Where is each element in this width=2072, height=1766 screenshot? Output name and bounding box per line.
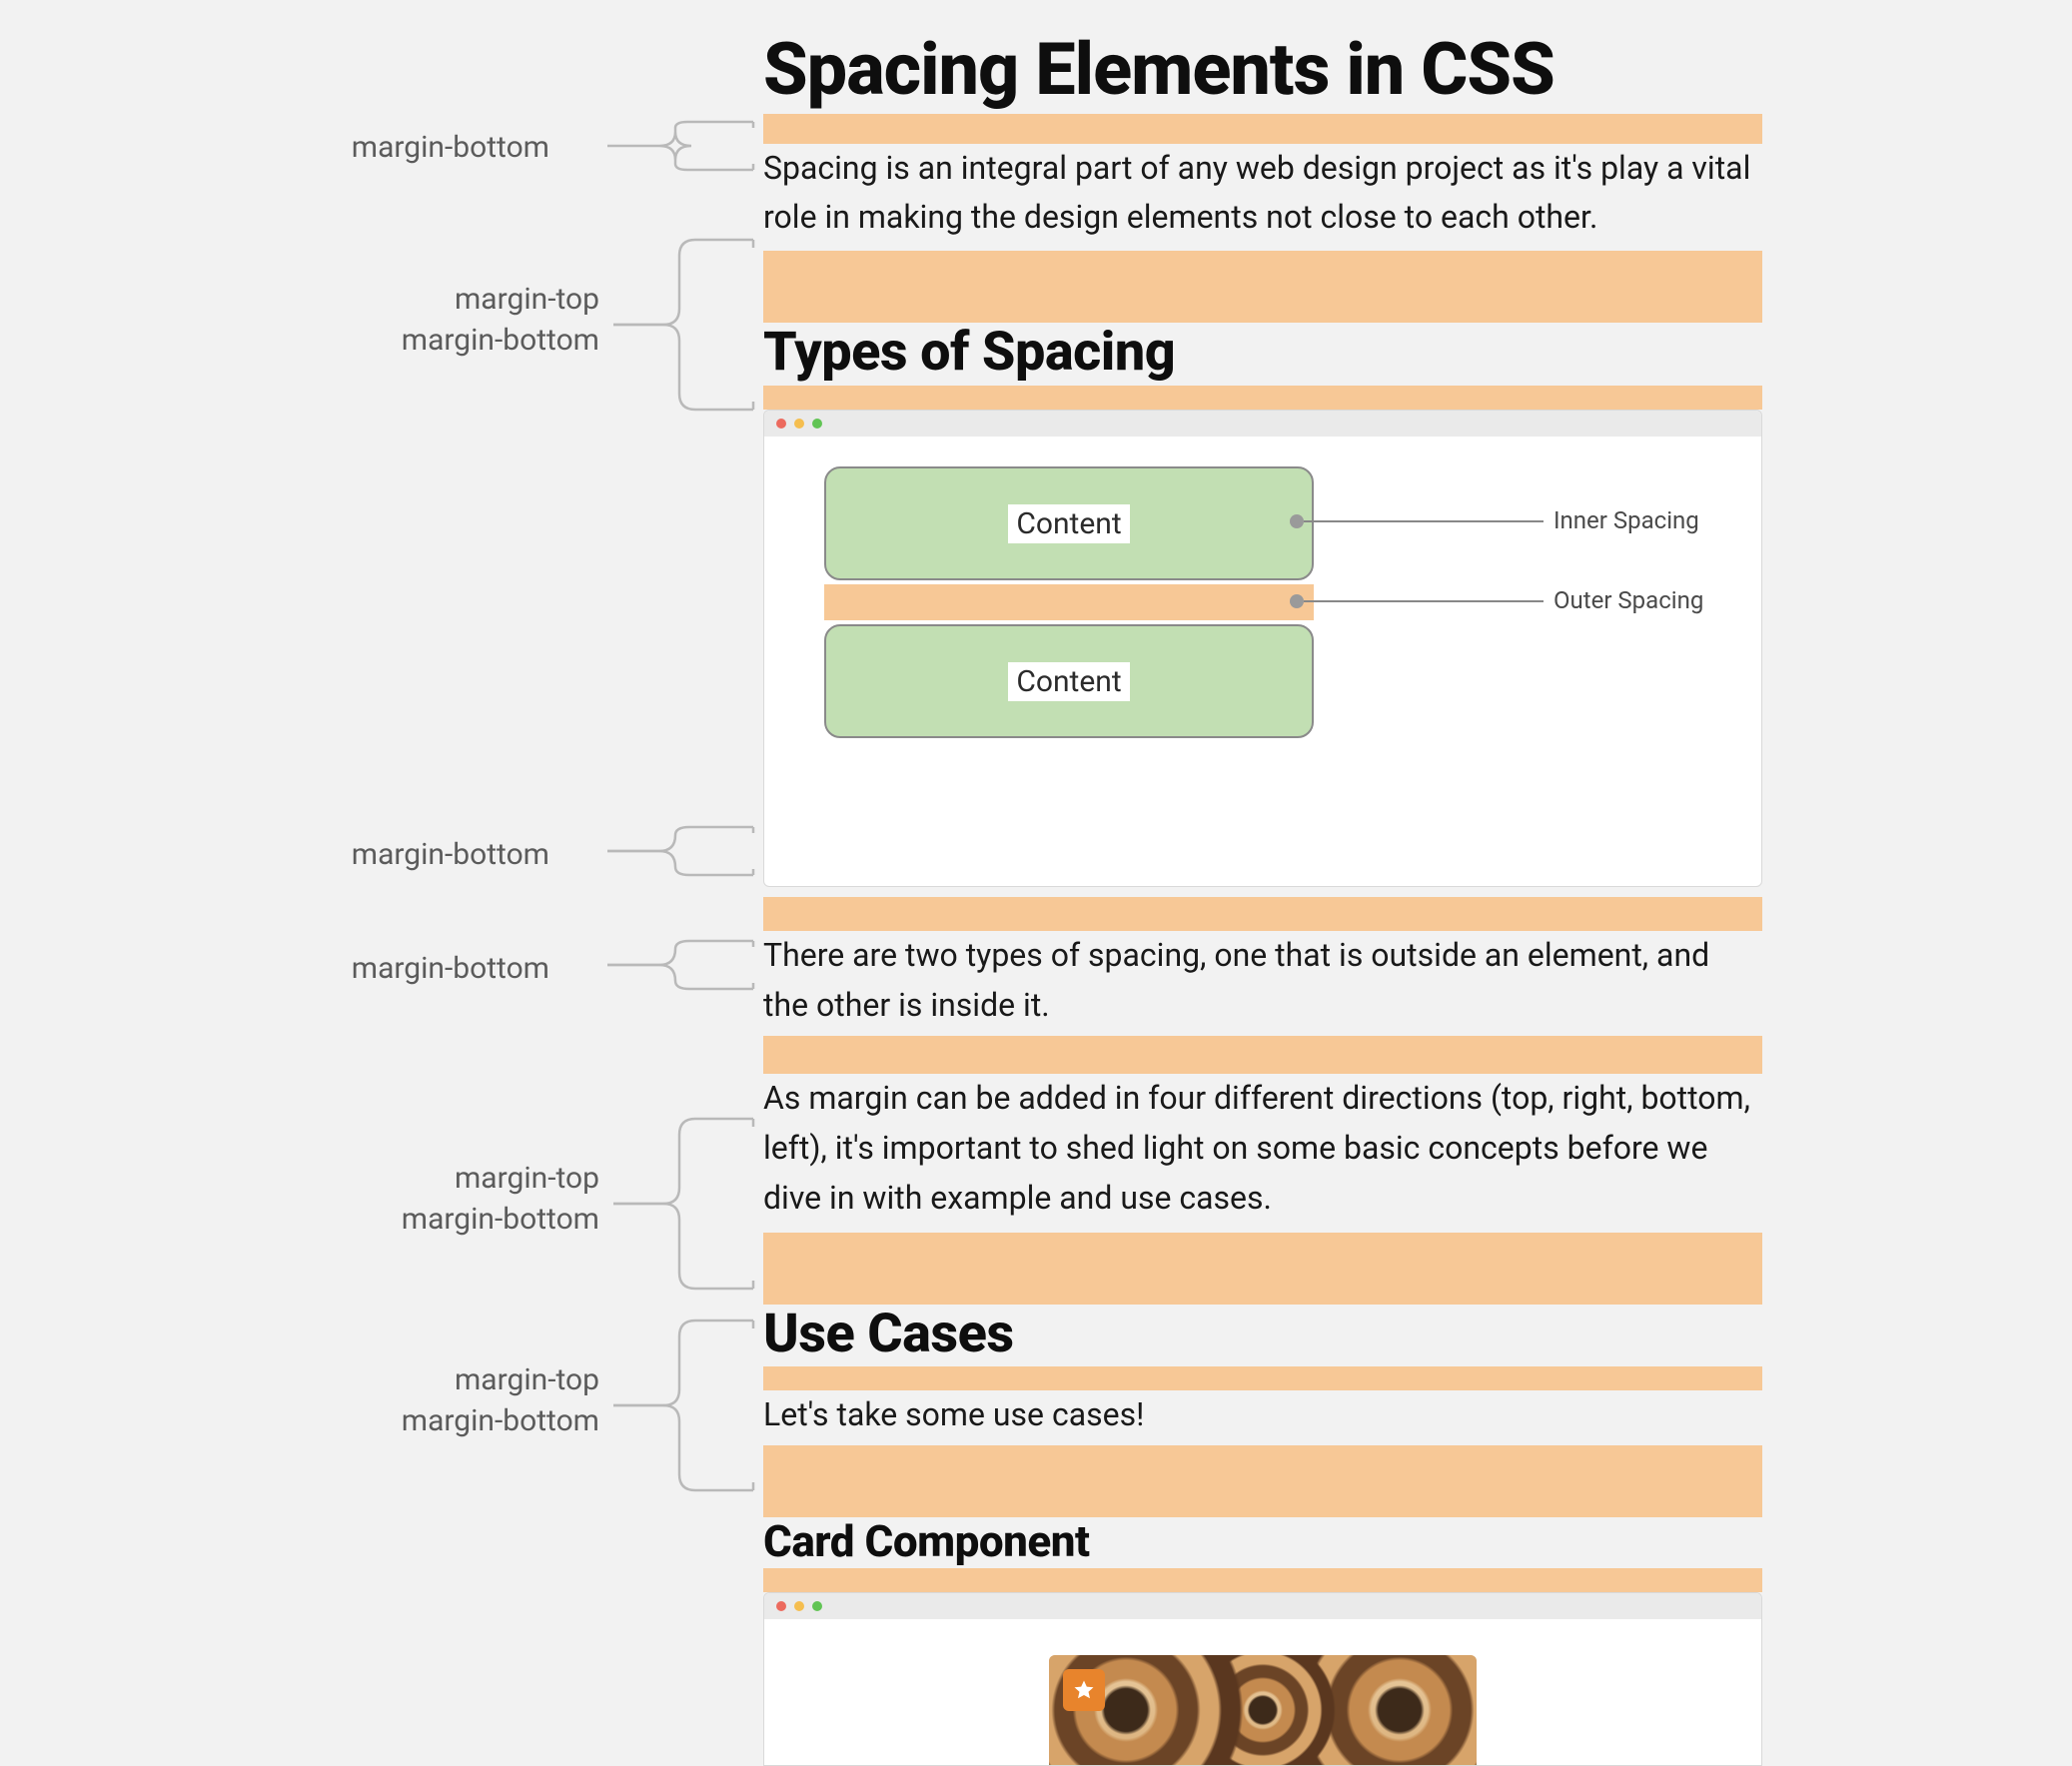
annotation-margin-bottom-1: margin-bottom <box>250 128 549 169</box>
window-titlebar <box>764 1593 1761 1619</box>
card-image <box>1049 1655 1477 1765</box>
inner-spacing-label: Inner Spacing <box>1554 506 1699 534</box>
body-paragraph: Let's take some use cases! <box>763 1390 1762 1440</box>
content-label: Content <box>1008 662 1129 701</box>
page-title: Spacing Elements in CSS <box>763 32 1762 108</box>
bracket-icon <box>607 941 763 989</box>
margin-highlight <box>763 897 1762 931</box>
close-icon <box>776 1601 786 1611</box>
margin-highlight <box>763 386 1762 410</box>
heading-use-cases: Use Cases <box>763 1305 1762 1363</box>
annotation-line: margin-top <box>455 282 599 317</box>
minimize-icon <box>794 419 804 429</box>
outer-spacing-label: Outer Spacing <box>1554 586 1703 614</box>
margin-highlight <box>763 1366 1762 1390</box>
figure-card-component <box>763 1592 1762 1766</box>
margin-highlight <box>763 114 1762 144</box>
article-column: Spacing Elements in CSS Spacing is an in… <box>763 32 1762 1766</box>
heading-card-component: Card Component <box>763 1517 1762 1565</box>
pointer-line <box>1304 520 1544 522</box>
outer-spacing-bar <box>824 584 1314 620</box>
window-titlebar <box>764 411 1761 437</box>
body-paragraph: There are two types of spacing, one that… <box>763 931 1762 1030</box>
margin-highlight <box>763 1568 1762 1592</box>
pointer-line <box>1304 600 1544 602</box>
bracket-icon <box>613 1119 763 1289</box>
bracket-icon <box>607 122 763 170</box>
annotation-line: margin-top <box>455 1161 599 1196</box>
body-paragraph: As margin can be added in four different… <box>763 1074 1762 1223</box>
heading-types-of-spacing: Types of Spacing <box>763 323 1762 382</box>
annotation-line: margin-bottom <box>402 323 599 358</box>
margin-highlight <box>763 1445 1762 1517</box>
margin-highlight <box>763 251 1762 323</box>
annotation-margin-bottom-3: margin-bottom <box>250 949 549 990</box>
content-label: Content <box>1008 504 1129 543</box>
annotation-line: margin-top <box>455 1362 599 1397</box>
star-icon <box>1072 1678 1096 1702</box>
annotation-line: margin-bottom <box>402 1202 599 1237</box>
annotation-line: margin-bottom <box>402 1403 599 1438</box>
annotation-margin-top-bottom-1: margin-top margin-bottom <box>300 280 599 361</box>
minimize-icon <box>794 1601 804 1611</box>
maximize-icon <box>812 1601 822 1611</box>
bracket-icon <box>613 1321 763 1490</box>
margin-highlight <box>763 1233 1762 1305</box>
bracket-icon <box>613 240 763 410</box>
close-icon <box>776 419 786 429</box>
intro-paragraph: Spacing is an integral part of any web d… <box>763 144 1762 243</box>
content-box-top: Content <box>824 466 1314 580</box>
annotation-margin-bottom-2: margin-bottom <box>250 835 549 876</box>
annotation-margin-top-bottom-3: margin-top margin-bottom <box>300 1360 599 1441</box>
favorite-button[interactable] <box>1063 1669 1105 1711</box>
figure-spacing-types: Content Content Inner Spacing Outer Spac… <box>763 410 1762 887</box>
annotation-margin-top-bottom-2: margin-top margin-bottom <box>300 1159 599 1240</box>
content-box-bottom: Content <box>824 624 1314 738</box>
bracket-icon <box>607 827 763 875</box>
margin-highlight <box>763 1036 1762 1074</box>
card-component <box>1049 1655 1477 1765</box>
maximize-icon <box>812 419 822 429</box>
